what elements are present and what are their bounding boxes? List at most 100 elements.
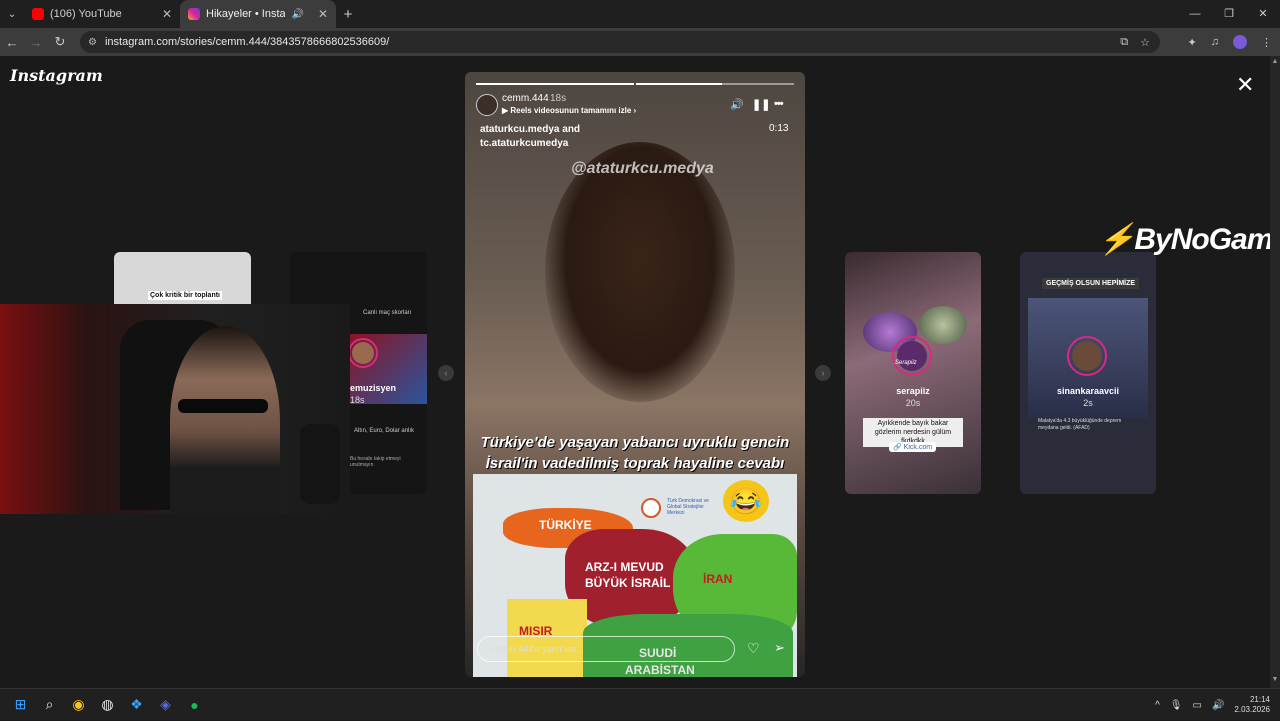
reload-icon[interactable]: ↻ — [48, 34, 72, 50]
link-icon: 🔗 — [893, 444, 902, 451]
close-tab-icon[interactable]: ✕ — [162, 7, 172, 21]
bookmark-star-icon[interactable]: ☆ — [1140, 36, 1150, 49]
search-icon[interactable]: ⌕ — [35, 689, 64, 721]
browser-tab-bar: ⌄ (106) YouTube ✕ Hikayeler • Instagram … — [0, 0, 1280, 28]
next-story-time: 20s — [905, 398, 921, 408]
taskbar: ⊞ ⌕ ◉ ◍ ❖ ◈ ● ^ 🎙 ▭ 🔊 21:14 2.03.2026 — [0, 688, 1280, 720]
pause-icon[interactable]: ❚❚ — [752, 98, 770, 111]
tab-search-icon[interactable]: ⌄ — [0, 0, 24, 28]
spotify-icon[interactable]: ● — [180, 689, 209, 721]
story-preview-image — [919, 306, 967, 344]
discord-icon[interactable]: ◈ — [151, 689, 180, 721]
video-duration: 0:13 — [769, 123, 789, 134]
serapiiz-avatar — [892, 336, 932, 376]
instagram-logo[interactable]: Instagram — [10, 66, 103, 85]
tab-instagram[interactable]: Hikayeler • Instagram 🔊 ✕ — [180, 0, 336, 28]
system-tray: ^ 🎙 ▭ 🔊 21:14 2.03.2026 — [1155, 689, 1270, 721]
cast-icon[interactable]: ⧉ — [1120, 36, 1128, 49]
story-username[interactable]: cemm.444 — [502, 93, 549, 104]
volume-icon[interactable]: 🔊 — [730, 98, 744, 111]
next-story-button[interactable]: › — [815, 365, 831, 381]
tab-title: (106) YouTube — [50, 8, 122, 20]
window-controls: — ❐ ✕ — [1178, 0, 1280, 28]
current-story[interactable]: cemm.444 18s ▶ Reels videosunun tamamını… — [465, 72, 805, 677]
microphone-image — [300, 424, 340, 504]
restore-button[interactable]: ❐ — [1212, 0, 1246, 28]
next-story-card-serapiiz[interactable]: Serapiiz serapiiz 20s Ayıkkende bayık ba… — [845, 252, 981, 494]
new-tab-button[interactable]: + — [336, 6, 360, 23]
serapiiz-link-text: Kick.com — [903, 444, 933, 451]
serapiiz-link-sticker[interactable]: 🔗 Kick.com — [889, 442, 937, 452]
music-story-avatar — [348, 338, 378, 368]
streamer-image — [170, 326, 280, 514]
map-label-iran: İRAN — [703, 572, 733, 586]
previous-story-button[interactable]: ‹ — [438, 365, 454, 381]
next-story-time: 2s — [1083, 398, 1093, 408]
media-control-icon[interactable]: ♫ — [1211, 36, 1219, 48]
reels-link-text: Reels videosunun tamamını izle — [510, 106, 632, 115]
bynogame-brand-icon: ⚡ — [1098, 223, 1135, 256]
url-text[interactable]: instagram.com/stories/cemm.444/384357866… — [105, 36, 389, 48]
sinan-banner: GEÇMİŞ OLSUN HEPİMİZE — [1042, 278, 1140, 289]
prev-story-card[interactable]: Çok kritik bir toplantı — [114, 252, 251, 312]
tab-youtube[interactable]: (106) YouTube ✕ — [24, 0, 180, 28]
windows-start-icon[interactable]: ⊞ — [6, 689, 35, 721]
speaker-icon[interactable]: 🔊 — [291, 9, 303, 20]
reply-input[interactable]: cemm.444'e yanıt ver... — [477, 636, 735, 662]
forward-icon[interactable]: → — [24, 35, 48, 50]
video-caption: Türkiye'de yaşayan yabancı uyruklu genci… — [465, 432, 805, 474]
menu-icon[interactable]: ⋮ — [1261, 36, 1272, 49]
story-viewer: Instagram ✕ Çok kritik bir toplantı Canl… — [0, 56, 1280, 688]
serapiiz-ring-label: Serapiiz — [895, 360, 917, 366]
music-story-top-text: Canlı maç skorları — [363, 310, 412, 316]
back-icon[interactable]: ← — [0, 35, 24, 50]
story-progress-bar — [476, 83, 634, 85]
map-label-israil: BÜYÜK İSRAİL — [585, 576, 671, 590]
clock[interactable]: 21:14 2.03.2026 — [1234, 695, 1270, 715]
map-logo — [641, 498, 661, 518]
close-tab-icon[interactable]: ✕ — [318, 7, 328, 21]
more-options-icon[interactable]: ••• — [774, 98, 784, 110]
scroll-down-icon[interactable]: ▼ — [1270, 676, 1280, 686]
reels-link[interactable]: ▶ Reels videosunun tamamını izle › — [502, 106, 636, 115]
youtube-favicon-icon — [32, 8, 44, 20]
caption-line1: Türkiye'de yaşayan yabancı uyruklu genci… — [480, 434, 790, 451]
minimize-button[interactable]: — — [1178, 0, 1212, 28]
microphone-icon[interactable]: 🎙 — [1170, 700, 1183, 711]
like-heart-icon[interactable]: ♡ — [747, 640, 760, 657]
story-source-line1: ataturkcu.medya and — [480, 124, 581, 135]
music-story-footer: Bu hesabı takip etmeyi unutmayın — [350, 456, 401, 468]
story-time-ago: 18s — [550, 93, 567, 104]
laughing-emoji-icon: 😂 — [723, 480, 769, 522]
close-icon[interactable]: ✕ — [1236, 72, 1254, 98]
story-source[interactable]: ataturkcu.medya and tc.ataturkcumedya — [480, 123, 580, 151]
volume-icon[interactable]: 🔊 — [1212, 700, 1224, 711]
chrome-icon[interactable]: ◉ — [64, 689, 93, 721]
map-label-turkiye: TÜRKİYE — [539, 518, 592, 532]
send-icon[interactable]: ➢ — [774, 640, 785, 656]
story-avatar[interactable] — [476, 94, 498, 116]
address-toolbar: ← → ↻ ⚙ instagram.com/stories/cemm.444/3… — [0, 28, 1280, 56]
sinan-body-text: Malatya'da 4.3 büyüklüğünde deprem meyda… — [1038, 418, 1122, 431]
scroll-up-icon[interactable]: ▲ — [1270, 58, 1280, 68]
app-icon[interactable]: ◍ — [93, 689, 122, 721]
close-window-button[interactable]: ✕ — [1246, 0, 1280, 28]
prev-story-caption: Çok kritik bir toplantı — [148, 291, 223, 300]
url-bar[interactable]: ⚙ instagram.com/stories/cemm.444/3843578… — [80, 31, 1160, 53]
display-icon[interactable]: ▭ — [1193, 700, 1202, 711]
tab-title: Hikayeler • Instagram — [206, 8, 286, 20]
tray-chevron-icon[interactable]: ^ — [1155, 700, 1160, 711]
page-scrollbar[interactable]: ▲ ▼ — [1270, 56, 1280, 688]
map-label-arz: ARZ-I MEVUD — [585, 560, 664, 574]
map-label-arabistan: ARABİSTAN — [625, 663, 695, 677]
next-story-card-sinankaraavcii[interactable]: GEÇMİŞ OLSUN HEPİMİZE sinankaraavcii 2s … — [1020, 252, 1156, 494]
instagram-favicon-icon — [188, 8, 200, 20]
clock-time: 21:14 — [1249, 695, 1270, 704]
profile-avatar[interactable] — [1233, 35, 1247, 49]
extensions-icon[interactable]: ✦ — [1188, 36, 1197, 49]
bynogame-logo: ⚡ByNoGame — [1098, 222, 1280, 257]
site-info-icon[interactable]: ⚙ — [88, 37, 97, 48]
bynogame-text: ByNoGame — [1134, 223, 1280, 256]
video-watermark: @ataturkcu.medya — [571, 160, 714, 177]
network-app-icon[interactable]: ❖ — [122, 689, 151, 721]
